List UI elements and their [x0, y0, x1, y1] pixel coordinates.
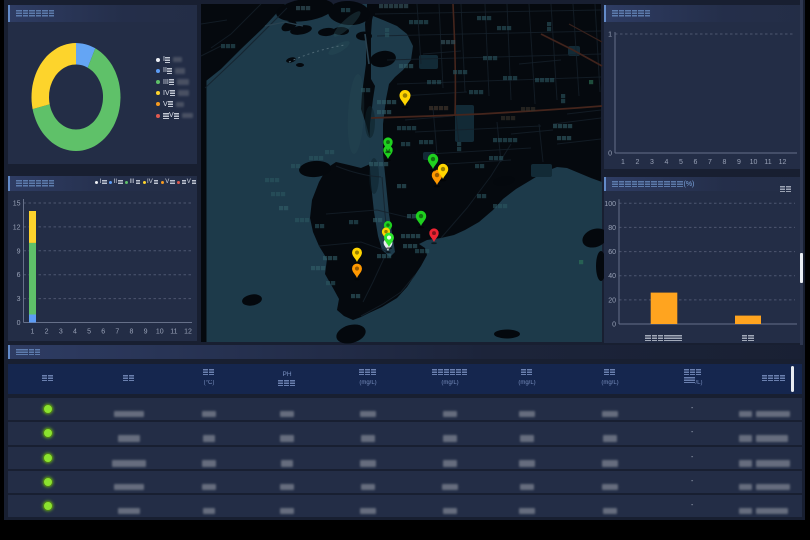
svg-text:3: 3 — [17, 296, 21, 303]
svg-text:9: 9 — [144, 329, 148, 336]
svg-text:6: 6 — [17, 272, 21, 279]
svg-text:4: 4 — [665, 159, 669, 166]
svg-text:2: 2 — [636, 159, 640, 166]
svg-text:2: 2 — [45, 329, 49, 336]
svg-text:8: 8 — [130, 329, 134, 336]
svg-text:80: 80 — [608, 225, 616, 232]
svg-text:11: 11 — [170, 329, 177, 336]
svg-text:40: 40 — [608, 273, 616, 280]
svg-text:12: 12 — [779, 159, 787, 166]
svg-text:4: 4 — [73, 329, 77, 336]
svg-text:5: 5 — [679, 159, 683, 166]
svg-text:60: 60 — [608, 249, 616, 256]
svg-text:10: 10 — [156, 329, 164, 336]
svg-text:20: 20 — [608, 297, 616, 304]
svg-text:7: 7 — [115, 329, 119, 336]
svg-text:3: 3 — [650, 159, 654, 166]
svg-text:0: 0 — [612, 322, 616, 329]
svg-text:1: 1 — [621, 159, 625, 166]
svg-text:0: 0 — [17, 320, 21, 327]
svg-text:0: 0 — [608, 151, 612, 158]
svg-text:8: 8 — [723, 159, 727, 166]
svg-text:12: 12 — [184, 329, 192, 336]
svg-text:1: 1 — [608, 32, 612, 39]
svg-text:6: 6 — [101, 329, 105, 336]
svg-text:5: 5 — [87, 329, 91, 336]
svg-text:15: 15 — [13, 201, 21, 208]
svg-text:1: 1 — [31, 329, 35, 336]
svg-text:12: 12 — [13, 224, 21, 231]
svg-text:9: 9 — [17, 248, 21, 255]
svg-text:9: 9 — [737, 159, 741, 166]
svg-text:6: 6 — [694, 159, 698, 166]
svg-text:100: 100 — [604, 201, 616, 208]
svg-text:11: 11 — [764, 159, 771, 166]
svg-text:10: 10 — [750, 159, 758, 166]
svg-text:7: 7 — [708, 159, 712, 166]
svg-text:3: 3 — [59, 329, 63, 336]
